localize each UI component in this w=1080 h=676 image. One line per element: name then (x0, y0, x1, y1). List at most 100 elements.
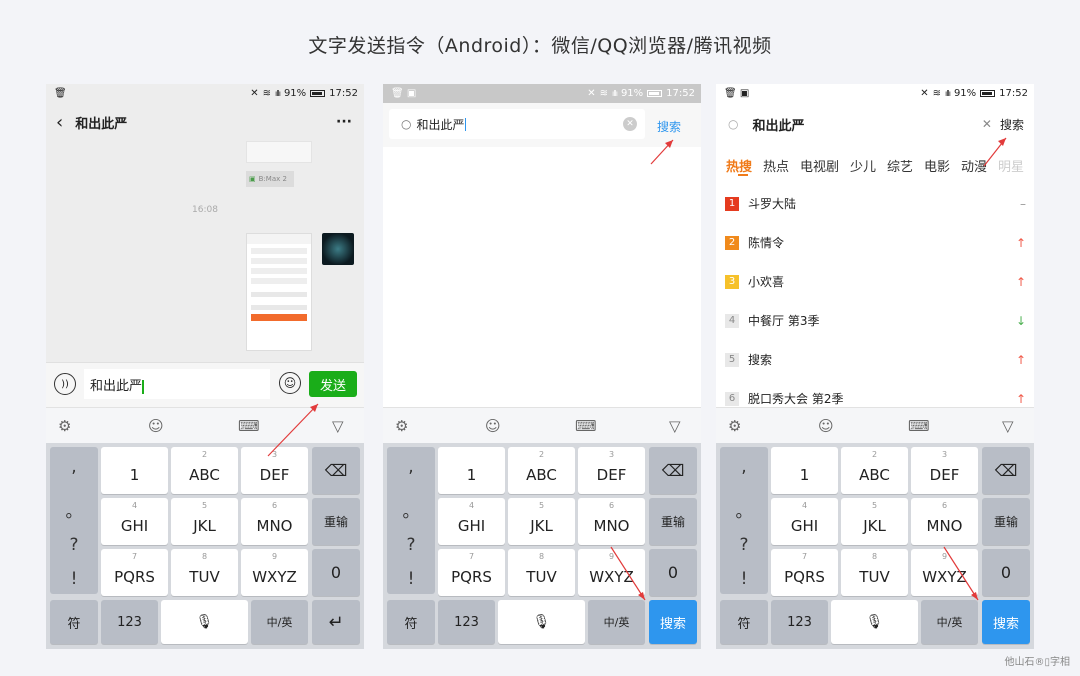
key-tuv[interactable]: 8 TUV (841, 549, 908, 596)
emoji-icon[interactable]: ☺ (279, 372, 301, 394)
screenshot-thumbnail[interactable] (246, 233, 312, 351)
send-button[interactable]: 发送 (309, 371, 357, 397)
clear-icon[interactable]: ✕ (982, 117, 992, 131)
punct-key[interactable]: ! (387, 569, 435, 589)
lang-key[interactable]: 中/英 (921, 600, 978, 644)
key-jkl[interactable]: 5 JKL (508, 498, 575, 545)
key-1[interactable]: 1 (771, 447, 838, 494)
key-abc[interactable]: 2 ABC (508, 447, 575, 494)
search-button[interactable]: 搜索 (657, 118, 681, 135)
symbol-key[interactable]: 符 (387, 600, 435, 644)
punctuation-column[interactable]: , 。?! (50, 447, 98, 594)
zero-key[interactable]: 0 (312, 549, 360, 596)
key-wxyz[interactable]: 9 WXYZ (241, 549, 308, 596)
key-ghi[interactable]: 4 GHI (771, 498, 838, 545)
more-button[interactable]: ··· (336, 114, 352, 130)
punct-key[interactable]: , (50, 457, 98, 477)
zero-key[interactable]: 0 (649, 549, 697, 596)
reenter-key[interactable]: 重输 (312, 498, 360, 545)
settings-icon[interactable]: ⚙ (395, 417, 408, 435)
punct-key[interactable]: ! (720, 569, 768, 589)
tab-5[interactable]: 电影 (924, 156, 950, 175)
key-pqrs[interactable]: 7 PQRS (771, 549, 838, 596)
delete-key[interactable]: ⌫ (649, 447, 697, 494)
key-jkl[interactable]: 5 JKL (171, 498, 238, 545)
space-mic-key[interactable]: 🎙 (831, 600, 918, 644)
num-key[interactable]: 123 (771, 600, 828, 644)
tab-2[interactable]: 电视剧 (800, 156, 839, 175)
punct-key[interactable]: , (720, 457, 768, 477)
punctuation-column[interactable]: , 。?! (387, 447, 435, 594)
keyboard-icon[interactable]: ⌨ (575, 417, 597, 435)
collapse-icon[interactable]: ▽ (1002, 417, 1014, 435)
key-def[interactable]: 3 DEF (578, 447, 645, 494)
key-wxyz[interactable]: 9 WXYZ (578, 549, 645, 596)
lang-key[interactable]: 中/英 (588, 600, 645, 644)
key-mno[interactable]: 6 MNO (911, 498, 978, 545)
key-tuv[interactable]: 8 TUV (171, 549, 238, 596)
key-ghi[interactable]: 4 GHI (438, 498, 505, 545)
space-mic-key[interactable]: 🎙 (161, 600, 248, 644)
punct-key[interactable]: ? (50, 535, 98, 555)
reenter-key[interactable]: 重输 (982, 498, 1030, 545)
key-def[interactable]: 3 DEF (241, 447, 308, 494)
punct-key[interactable]: , (387, 457, 435, 477)
space-mic-key[interactable]: 🎙 (498, 600, 585, 644)
search-key[interactable]: 搜索 (649, 600, 697, 644)
settings-icon[interactable]: ⚙ (728, 417, 741, 435)
keyboard-icon[interactable]: ⌨ (908, 417, 930, 435)
search-input[interactable]: 和出此严 (752, 115, 804, 134)
tab-0[interactable]: 热搜 (726, 156, 752, 175)
hot-row[interactable]: 5 搜索 ↑ (716, 340, 1034, 379)
key-abc[interactable]: 2 ABC (171, 447, 238, 494)
message-input[interactable]: 和出此严 (84, 369, 270, 399)
search-button[interactable]: 搜索 (1000, 116, 1024, 133)
hot-row[interactable]: 1 斗罗大陆 – (716, 184, 1034, 223)
delete-key[interactable]: ⌫ (982, 447, 1030, 494)
symbol-key[interactable]: 符 (720, 600, 768, 644)
tab-6[interactable]: 动漫 (961, 156, 987, 175)
tab-3[interactable]: 少儿 (850, 156, 876, 175)
file-chip[interactable]: ▣ B:Max 2 (246, 171, 294, 187)
punct-key[interactable]: ! (50, 569, 98, 589)
emoji-icon[interactable]: ☺ (148, 417, 164, 435)
punct-key[interactable]: ? (387, 535, 435, 555)
symbol-key[interactable]: 符 (50, 600, 98, 644)
back-icon[interactable]: ‹ (56, 112, 63, 133)
key-jkl[interactable]: 5 JKL (841, 498, 908, 545)
emoji-icon[interactable]: ☺ (485, 417, 501, 435)
hot-row[interactable]: 4 中餐厅 第3季 ↓ (716, 301, 1034, 340)
delete-key[interactable]: ⌫ (312, 447, 360, 494)
punct-key[interactable]: 。 (720, 497, 768, 522)
key-tuv[interactable]: 8 TUV (508, 549, 575, 596)
enter-key[interactable]: ↵ (312, 600, 360, 644)
tab-7[interactable]: 明星 (998, 156, 1024, 175)
key-abc[interactable]: 2 ABC (841, 447, 908, 494)
clear-icon[interactable]: ✕ (623, 117, 637, 131)
emoji-icon[interactable]: ☺ (818, 417, 834, 435)
message-bubble[interactable] (246, 141, 312, 163)
key-mno[interactable]: 6 MNO (241, 498, 308, 545)
key-wxyz[interactable]: 9 WXYZ (911, 549, 978, 596)
hot-row[interactable]: 6 脱口秀大会 第2季 ↑ (716, 379, 1034, 406)
tab-1[interactable]: 热点 (763, 156, 789, 175)
settings-icon[interactable]: ⚙ (58, 417, 71, 435)
num-key[interactable]: 123 (101, 600, 158, 644)
punct-key[interactable]: ? (720, 535, 768, 555)
num-key[interactable]: 123 (438, 600, 495, 644)
lang-key[interactable]: 中/英 (251, 600, 308, 644)
keyboard-icon[interactable]: ⌨ (238, 417, 260, 435)
collapse-icon[interactable]: ▽ (332, 417, 344, 435)
key-ghi[interactable]: 4 GHI (101, 498, 168, 545)
key-pqrs[interactable]: 7 PQRS (438, 549, 505, 596)
hot-row[interactable]: 3 小欢喜 ↑ (716, 262, 1034, 301)
key-pqrs[interactable]: 7 PQRS (101, 549, 168, 596)
zero-key[interactable]: 0 (982, 549, 1030, 596)
key-1[interactable]: 1 (438, 447, 505, 494)
search-input[interactable]: ○ 和出此严 ✕ (389, 109, 645, 139)
punctuation-column[interactable]: , 。?! (720, 447, 768, 594)
punct-key[interactable]: 。 (387, 497, 435, 522)
punct-key[interactable]: 。 (50, 497, 98, 522)
collapse-icon[interactable]: ▽ (669, 417, 681, 435)
key-def[interactable]: 3 DEF (911, 447, 978, 494)
